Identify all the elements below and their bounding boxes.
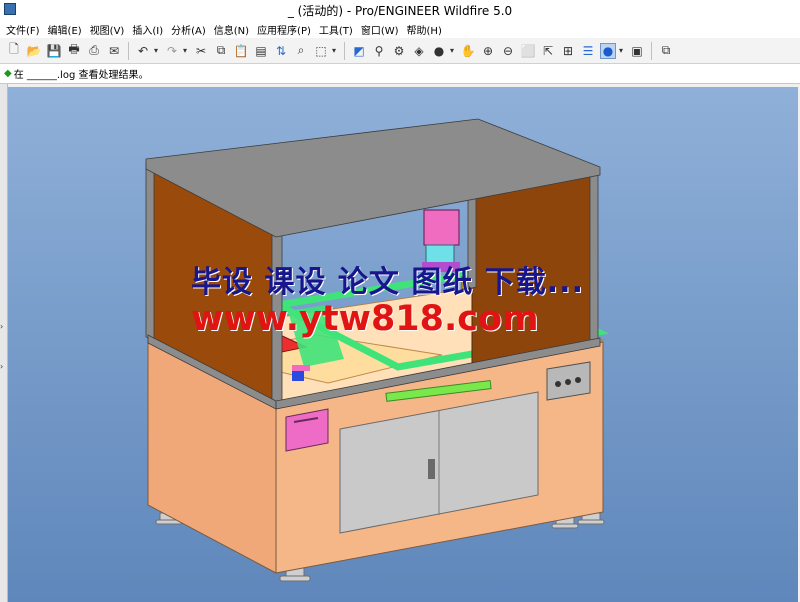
menu-insert[interactable]: 插入(I) [130, 22, 169, 37]
toolbar-separator [651, 41, 652, 60]
find-icon[interactable]: ⌕ [293, 43, 309, 59]
menu-window[interactable]: 窗口(W) [359, 22, 405, 37]
message-text: 在 ______.log 查看处理结果。 [13, 70, 149, 81]
open-folder-icon[interactable]: 📂 [26, 43, 42, 59]
watermark-text: 毕设 课设 论文 图纸 下载... [191, 265, 584, 300]
print-icon[interactable]: 🖶 [66, 42, 82, 59]
menu-help[interactable]: 帮助(H) [405, 22, 448, 37]
shading-dropdown-icon[interactable]: ▾ [448, 43, 456, 59]
message-area: ◆ 在 ______.log 查看处理结果。 [0, 64, 800, 84]
shading-icon[interactable]: ● [431, 43, 447, 59]
menu-bar: 文件(F) 编辑(E) 视图(V) 插入(I) 分析(A) 信息(N) 应用程序… [0, 20, 800, 38]
zoom-out-icon[interactable]: ⊖ [500, 43, 516, 59]
menu-view[interactable]: 视图(V) [88, 22, 131, 37]
toolbar-separator [128, 41, 129, 60]
title-bar: _ (活动的) - Pro/ENGINEER Wildfire 5.0 [0, 0, 800, 20]
refit-icon[interactable]: ⬜ [520, 43, 536, 59]
window-icon[interactable]: ⧉ [658, 43, 674, 59]
redo-dropdown-icon[interactable]: ▾ [181, 43, 189, 59]
machine-model [145, 118, 610, 582]
spin-center-icon[interactable]: ⚲ [371, 43, 387, 59]
display-style-dropdown-icon[interactable]: ▾ [617, 43, 625, 59]
redo-icon[interactable]: ↷ [164, 43, 180, 59]
menu-tools[interactable]: 工具(T) [317, 22, 359, 37]
saved-views-icon[interactable]: ⊞ [560, 43, 576, 59]
watermark-url: www.ytw818.com [191, 299, 539, 339]
select-box-icon[interactable]: ⬚ [313, 43, 329, 59]
copy-icon[interactable]: ⧉ [213, 43, 229, 59]
cut-icon[interactable]: ✂ [193, 43, 209, 59]
menu-file[interactable]: 文件(F) [4, 22, 46, 37]
print-preview-icon[interactable]: ⎙ [86, 43, 102, 59]
zoom-in-icon[interactable]: ⊕ [480, 43, 496, 59]
sash-arrow-icon[interactable]: › [0, 362, 3, 371]
regenerate-icon[interactable]: ⇅ [273, 43, 289, 59]
reorient-icon[interactable]: ⇱ [540, 43, 556, 59]
navigator-sash[interactable]: › › [0, 84, 8, 602]
select-dropdown-icon[interactable]: ▾ [330, 43, 338, 59]
display-style-icon[interactable]: ● [600, 42, 616, 59]
paste-special-icon[interactable]: ▤ [253, 43, 269, 59]
paste-icon[interactable]: 📋 [233, 43, 249, 59]
toolbar-separator [344, 41, 345, 60]
pan-hand-icon[interactable]: ✋ [460, 43, 476, 59]
undo-dropdown-icon[interactable]: ▾ [152, 43, 160, 59]
repaint-icon[interactable]: ◩ [351, 43, 367, 59]
menu-applications[interactable]: 应用程序(P) [255, 22, 317, 37]
message-arrow-icon: ◆ [4, 68, 12, 79]
menu-edit[interactable]: 编辑(E) [46, 22, 88, 37]
appearance-icon[interactable]: ◈ [411, 43, 427, 59]
graphics-window[interactable]: 毕设 课设 论文 图纸 下载... www.ytw818.com [8, 87, 798, 602]
layers-icon[interactable]: ☰ [580, 43, 596, 59]
email-icon[interactable]: ✉ [106, 43, 122, 59]
view-manager-icon[interactable]: ▣ [629, 43, 645, 59]
window-title: _ (活动的) - Pro/ENGINEER Wildfire 5.0 [287, 4, 513, 18]
save-icon[interactable]: 💾 [46, 43, 62, 59]
new-file-icon[interactable]: 🗋 [6, 42, 22, 59]
orient-mode-icon[interactable]: ⚙ [391, 43, 407, 59]
main-toolbar: 🗋 📂 💾 🖶 ⎙ ✉ ↶ ▾ ↷ ▾ ✂ ⧉ 📋 ▤ ⇅ ⌕ ⬚ ▾ ◩ ⚲ … [0, 38, 800, 64]
menu-analysis[interactable]: 分析(A) [169, 22, 212, 37]
menu-info[interactable]: 信息(N) [212, 22, 255, 37]
undo-icon[interactable]: ↶ [135, 43, 151, 59]
sash-arrow-icon[interactable]: › [0, 322, 3, 331]
